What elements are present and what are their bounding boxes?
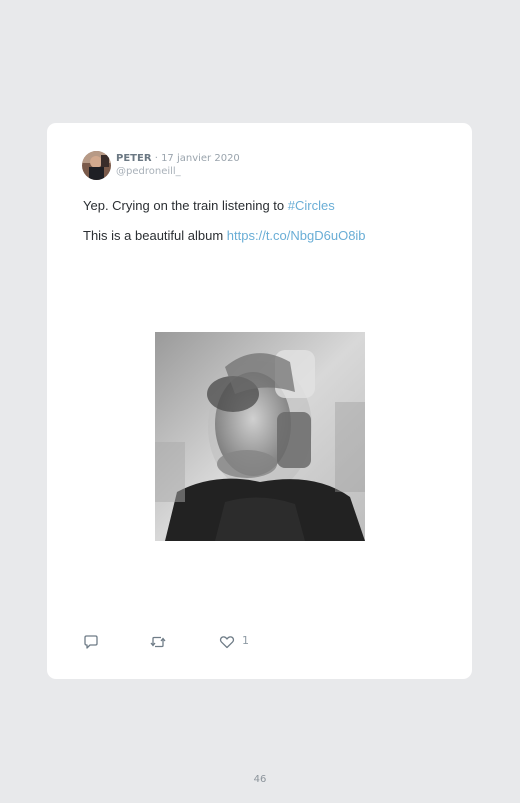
avatar-image <box>82 151 111 180</box>
tweet-actions: 1 <box>83 634 283 650</box>
tweet-text: This is a beautiful album <box>83 228 227 243</box>
tweet-text: Yep. Crying on the train listening to <box>83 198 288 213</box>
reply-icon[interactable] <box>83 634 99 650</box>
tweet-card: PETER · 17 janvier 2020 @pedroneill_ Yep… <box>47 123 472 679</box>
tweet-text-line-1: Yep. Crying on the train listening to #C… <box>83 198 335 214</box>
page-number: 46 <box>253 774 267 785</box>
heart-icon[interactable] <box>219 634 235 650</box>
author-name[interactable]: PETER <box>116 153 152 164</box>
retweet-icon[interactable] <box>150 634 166 650</box>
tweet-date[interactable]: 17 janvier 2020 <box>161 153 240 164</box>
author-handle[interactable]: @pedroneill_ <box>116 166 181 178</box>
hashtag-link[interactable]: #Circles <box>288 198 335 213</box>
url-link[interactable]: https://t.co/NbgD6uO8ib <box>227 228 366 243</box>
tweet-media-image[interactable] <box>155 332 365 541</box>
avatar[interactable] <box>82 151 111 180</box>
author-line: PETER · 17 janvier 2020 <box>116 153 240 165</box>
like-count: 1 <box>242 634 249 647</box>
album-cover-image <box>155 332 365 541</box>
meta-separator: · <box>151 153 162 164</box>
tweet-text-line-2: This is a beautiful album https://t.co/N… <box>83 228 366 244</box>
